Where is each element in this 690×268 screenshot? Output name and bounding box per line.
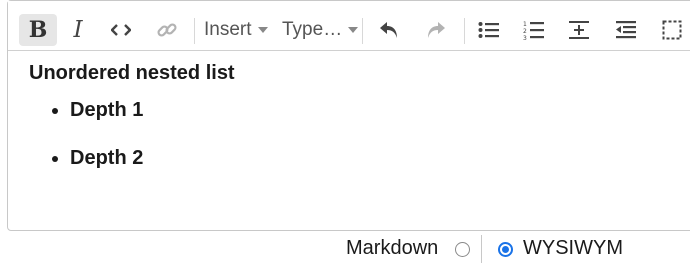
bold-icon: B (28, 17, 48, 43)
bold-button[interactable]: B (19, 14, 57, 46)
bullet-list: Depth 1 Depth 2 (29, 97, 674, 171)
bullet-list-button[interactable] (473, 14, 505, 46)
list-item: Depth 2 (70, 145, 674, 171)
insert-dropdown[interactable]: Insert (204, 14, 268, 46)
wysiwym-radio[interactable] (498, 242, 513, 257)
numbered-list-button[interactable]: 123 (518, 14, 550, 46)
markdown-label[interactable]: Markdown (346, 237, 438, 260)
rich-text-editor: B I Insert Type… 123 Unordered nested li… (7, 0, 690, 231)
italic-icon: I (73, 17, 83, 43)
undo-icon (380, 22, 397, 38)
editor-toolbar: B I Insert Type… 123 (8, 1, 690, 51)
type-dropdown-label: Type… (282, 19, 343, 40)
toolbar-separator (194, 18, 195, 44)
code-icon (111, 24, 131, 36)
undo-button[interactable] (373, 14, 405, 46)
bullet-list-icon (478, 22, 499, 38)
redo-button[interactable] (420, 14, 452, 46)
insert-dropdown-label: Insert (204, 19, 252, 40)
mode-separator (481, 235, 482, 263)
toolbar-separator (464, 18, 465, 44)
toolbar-separator (362, 18, 363, 44)
redo-icon (428, 22, 445, 38)
svg-text:3: 3 (523, 35, 527, 40)
list-item: Depth 1 (70, 97, 674, 123)
horizontal-rule-icon (569, 21, 589, 39)
chevron-down-icon (257, 27, 268, 33)
markdown-radio[interactable] (455, 242, 470, 257)
outdent-icon (616, 21, 636, 39)
svg-text:2: 2 (523, 28, 527, 35)
select-block-icon (662, 20, 682, 40)
svg-text:1: 1 (523, 21, 527, 28)
code-button[interactable] (105, 14, 137, 46)
chevron-down-icon (348, 27, 359, 33)
content-heading: Unordered nested list (29, 62, 235, 84)
outdent-button[interactable] (610, 14, 642, 46)
italic-button[interactable]: I (62, 14, 94, 46)
horizontal-rule-button[interactable] (563, 14, 595, 46)
link-button[interactable] (151, 14, 183, 46)
link-icon (157, 23, 177, 37)
numbered-list-icon: 123 (523, 21, 544, 40)
select-block-button[interactable] (656, 14, 688, 46)
editor-mode-switch: Markdown WYSIWYM (0, 233, 690, 265)
wysiwym-label[interactable]: WYSIWYM (523, 237, 623, 260)
type-dropdown[interactable]: Type… (282, 14, 359, 46)
editor-content[interactable]: Unordered nested list Depth 1 Depth 2 (8, 51, 690, 171)
